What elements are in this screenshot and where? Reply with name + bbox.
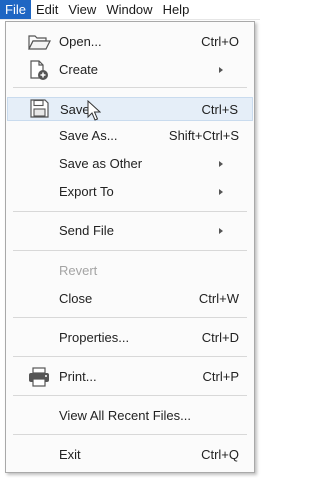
file-menu-dropdown: Open... Ctrl+O Create Save Ctrl+S Save A… [5,21,255,473]
menu-item-revert: Revert [6,259,254,283]
menu-item-shortcut: Ctrl+O [201,34,239,49]
menu-item-label: Export To [59,184,114,199]
menu-item-view-all-recent-files[interactable]: View All Recent Files... [6,404,254,428]
printer-icon [29,367,49,387]
menu-separator [13,356,247,357]
menu-separator [13,250,247,251]
menu-item-shortcut: Ctrl+D [201,330,239,345]
menu-bar: File Edit View Window Help [0,0,260,20]
submenu-arrow-icon [219,228,223,234]
menu-item-exit[interactable]: Exit Ctrl+Q [6,443,254,467]
menu-item-label: Save As... [59,128,118,143]
menu-item-label: View All Recent Files... [59,408,191,423]
menu-item-save-as[interactable]: Save As... Shift+Ctrl+S [6,124,254,148]
menu-item-label: Create [59,62,99,77]
menu-item-label: Revert [59,263,98,278]
menu-separator [13,395,247,396]
menu-separator [13,317,247,318]
floppy-disk-icon [30,99,49,118]
menu-item-send-file[interactable]: Send File [6,219,254,243]
menu-item-label: Close [59,291,93,306]
menu-item-label: Open... [59,34,102,49]
menu-separator [13,434,247,435]
create-pdf-icon [30,60,48,80]
menu-item-save[interactable]: Save Ctrl+S [7,97,253,121]
menu-item-label: Save as Other [59,156,143,171]
menu-item-create[interactable]: Create [6,58,254,82]
menu-item-label: Send File [59,223,114,238]
menu-item-label: Properties... [59,330,130,345]
menu-item-close[interactable]: Close Ctrl+W [6,287,254,311]
menu-view[interactable]: View [63,0,101,19]
menu-edit[interactable]: Edit [31,0,63,19]
menu-separator [13,87,247,88]
menu-item-open[interactable]: Open... Ctrl+O [6,30,254,54]
menu-file[interactable]: File [0,0,31,19]
submenu-arrow-icon [219,161,223,167]
menu-item-save-as-other[interactable]: Save as Other [6,152,254,176]
menu-separator [13,211,247,212]
submenu-arrow-icon [219,189,223,195]
menu-item-shortcut: Ctrl+P [202,369,239,384]
mouse-cursor-icon [87,100,101,121]
menu-item-shortcut: Ctrl+W [198,291,239,306]
app-root: File Edit View Window Help Open... Ctrl+… [0,0,260,478]
menu-item-shortcut: Ctrl+Q [201,447,239,462]
menu-item-export-to[interactable]: Export To [6,180,254,204]
menu-item-shortcut: Shift+Ctrl+S [168,128,239,143]
folder-open-icon [28,35,51,50]
menu-item-label: Print... [59,369,97,384]
menu-window[interactable]: Window [101,0,157,19]
menu-item-label: Exit [59,447,81,462]
menu-item-shortcut: Ctrl+S [201,102,238,117]
submenu-arrow-icon [219,67,223,73]
menu-help[interactable]: Help [158,0,195,19]
menu-item-properties[interactable]: Properties... Ctrl+D [6,326,254,350]
menu-item-print[interactable]: Print... Ctrl+P [6,365,254,389]
menu-item-label: Save [60,102,90,117]
